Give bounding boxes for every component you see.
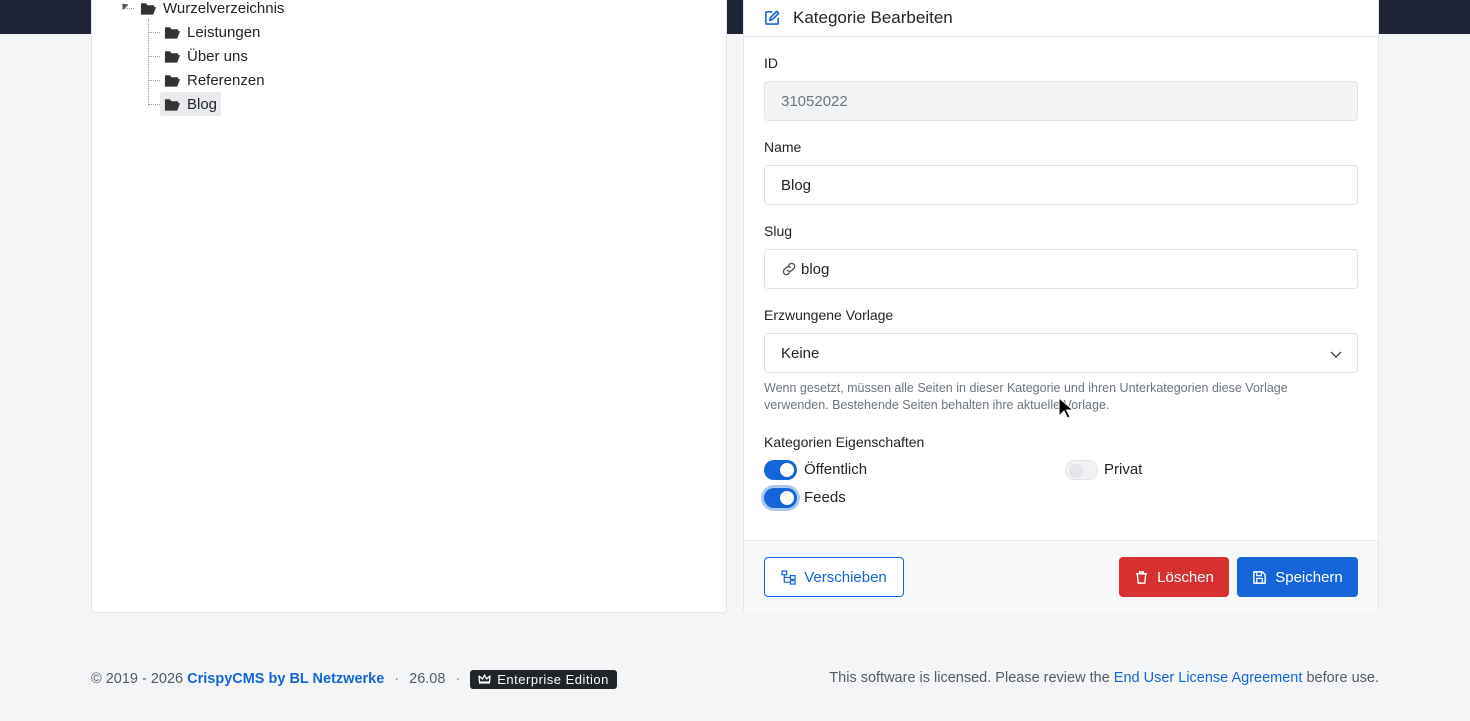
tree-connector [148, 56, 160, 57]
card-footer: Verschieben Löschen Speichern [744, 540, 1378, 613]
slug-label: Slug [764, 223, 793, 239]
tree-node-leistungen[interactable]: Leistungen [160, 20, 264, 44]
footer-right: This software is licensed. Please review… [829, 670, 1379, 686]
copyright-text: © 2019 - 2026 [91, 671, 184, 687]
tree-connector [148, 104, 160, 105]
public-toggle[interactable] [764, 460, 797, 480]
brand-link[interactable]: CrispyCMS by BL Netzwerke [187, 671, 384, 687]
eula-link[interactable]: End User License Agreement [1114, 670, 1303, 686]
id-label: ID [764, 55, 778, 71]
sitemap-icon [781, 569, 796, 585]
tree-node-ueber-uns[interactable]: Über uns [160, 44, 252, 68]
page-title: Kategorie Bearbeiten [793, 7, 953, 27]
save-button[interactable]: Speichern [1237, 557, 1358, 597]
folder-open-icon [164, 98, 181, 111]
slug-field[interactable]: blog [764, 249, 1358, 289]
category-edit-panel: Kategorie Bearbeiten ID 31052022 Name Bl… [743, 0, 1379, 613]
feeds-toggle-label: Feeds [804, 489, 846, 506]
footer-left: © 2019 - 2026 CrispyCMS by BL Netzwerke … [91, 669, 617, 689]
save-icon [1253, 570, 1267, 584]
move-button[interactable]: Verschieben [764, 557, 904, 597]
tree-node-referenzen[interactable]: Referenzen [160, 68, 269, 92]
edition-badge: Enterprise Edition [470, 669, 617, 689]
private-toggle-label: Privat [1104, 461, 1143, 478]
private-toggle[interactable] [1065, 460, 1098, 480]
tree-node-root[interactable]: Wurzelverzeichnis [136, 0, 288, 20]
template-label: Erzwungene Vorlage [764, 307, 894, 323]
edit-icon [765, 10, 780, 25]
public-toggle-label: Öffentlich [804, 461, 868, 478]
template-help-text: Wenn gesetzt, müssen alle Seiten in dies… [764, 381, 1288, 412]
category-tree-panel: Wurzelverzeichnis Leistungen Über uns Re… [91, 0, 727, 613]
name-label: Name [764, 139, 802, 155]
category-tree: Wurzelverzeichnis Leistungen Über uns Re… [92, 0, 726, 612]
folder-open-icon [164, 74, 181, 87]
template-select[interactable]: Keine [764, 333, 1358, 373]
separator: · [394, 671, 400, 687]
tree-connector [148, 32, 160, 33]
chevron-down-icon [1330, 351, 1342, 358]
link-icon [782, 262, 796, 276]
folder-open-icon [164, 26, 181, 39]
separator: · [455, 671, 461, 687]
delete-button[interactable]: Löschen [1119, 557, 1229, 597]
crown-icon [478, 673, 491, 684]
mouse-cursor-icon [1058, 397, 1074, 419]
id-field: 31052022 [764, 81, 1358, 121]
card-header: Kategorie Bearbeiten [744, 0, 1378, 37]
tree-node-blog[interactable]: Blog [160, 92, 222, 116]
feeds-toggle[interactable] [764, 488, 797, 508]
trash-icon [1136, 570, 1148, 584]
properties-label: Kategorien Eigenschaften [764, 434, 925, 450]
folder-open-icon [140, 2, 157, 15]
name-field[interactable]: Blog [764, 165, 1358, 205]
version-text: 26.08 [409, 671, 446, 687]
tree-connector [148, 80, 160, 81]
folder-open-icon [164, 50, 181, 63]
